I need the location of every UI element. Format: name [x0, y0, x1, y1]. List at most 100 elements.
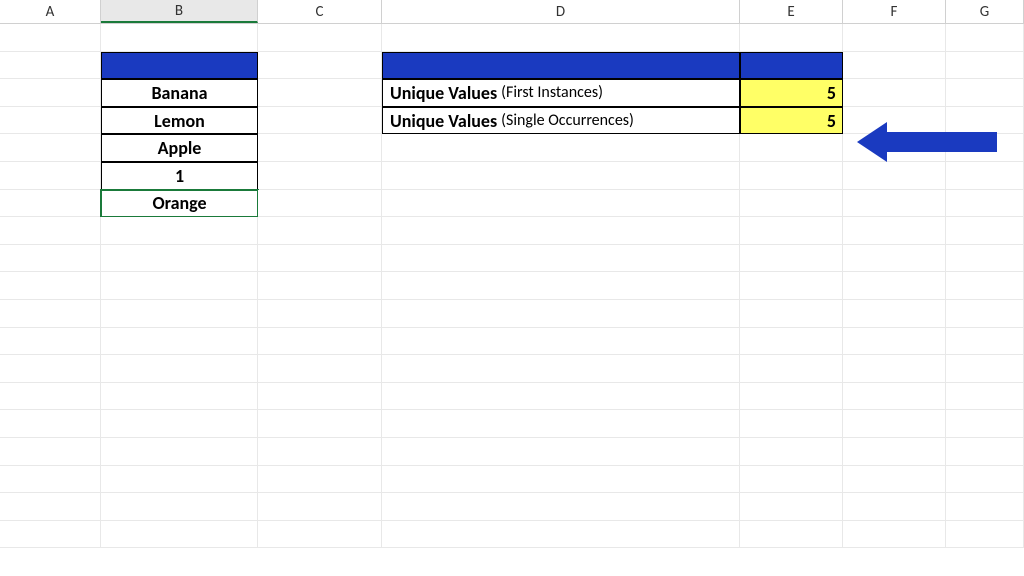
cell-C1[interactable]: [258, 24, 382, 52]
cell-B5[interactable]: Apple: [101, 134, 258, 162]
cell-D17[interactable]: [382, 466, 740, 494]
cell-F7[interactable]: [843, 190, 946, 218]
cell-A3[interactable]: [0, 79, 101, 107]
cell-F1[interactable]: [843, 24, 946, 52]
cell-F15[interactable]: [843, 410, 946, 438]
cell-C17[interactable]: [258, 466, 382, 494]
cell-E13[interactable]: [740, 355, 843, 383]
cell-C9[interactable]: [258, 245, 382, 273]
cell-E16[interactable]: [740, 438, 843, 466]
cell-C18[interactable]: [258, 493, 382, 521]
cell-G11[interactable]: [946, 300, 1024, 328]
cell-G9[interactable]: [946, 245, 1024, 273]
cell-E5[interactable]: [740, 134, 843, 162]
cell-E6[interactable]: [740, 162, 843, 190]
cell-B12[interactable]: [101, 328, 258, 356]
cell-C6[interactable]: [258, 162, 382, 190]
cell-F2[interactable]: [843, 52, 946, 80]
cell-B3[interactable]: Banana: [101, 79, 258, 107]
cell-G16[interactable]: [946, 438, 1024, 466]
cell-E12[interactable]: [740, 328, 843, 356]
cell-D1[interactable]: [382, 24, 740, 52]
cell-B17[interactable]: [101, 466, 258, 494]
cell-A8[interactable]: [0, 217, 101, 245]
cell-F19[interactable]: [843, 521, 946, 549]
cell-E15[interactable]: [740, 410, 843, 438]
col-header-B[interactable]: B: [101, 0, 258, 23]
cell-D7[interactable]: [382, 190, 740, 218]
cell-E4[interactable]: 5: [740, 107, 843, 135]
cell-E3[interactable]: 5: [740, 79, 843, 107]
cell-D15[interactable]: [382, 410, 740, 438]
cell-G18[interactable]: [946, 493, 1024, 521]
cell-D6[interactable]: [382, 162, 740, 190]
cell-G17[interactable]: [946, 466, 1024, 494]
col-header-D[interactable]: D: [382, 0, 740, 23]
cell-F8[interactable]: [843, 217, 946, 245]
cell-E14[interactable]: [740, 383, 843, 411]
cell-C16[interactable]: [258, 438, 382, 466]
cell-B6[interactable]: 1: [101, 162, 258, 190]
cell-F13[interactable]: [843, 355, 946, 383]
cell-D3[interactable]: Unique Values (First Instances): [382, 79, 740, 107]
cell-E7[interactable]: [740, 190, 843, 218]
cell-E11[interactable]: [740, 300, 843, 328]
cell-B13[interactable]: [101, 355, 258, 383]
cell-G1[interactable]: [946, 24, 1024, 52]
cell-E1[interactable]: [740, 24, 843, 52]
cell-A16[interactable]: [0, 438, 101, 466]
cell-G12[interactable]: [946, 328, 1024, 356]
cell-C13[interactable]: [258, 355, 382, 383]
cell-D8[interactable]: [382, 217, 740, 245]
cell-F9[interactable]: [843, 245, 946, 273]
cell-A14[interactable]: [0, 383, 101, 411]
cell-A6[interactable]: [0, 162, 101, 190]
cell-C7[interactable]: [258, 190, 382, 218]
cell-C15[interactable]: [258, 410, 382, 438]
cell-F14[interactable]: [843, 383, 946, 411]
cell-G19[interactable]: [946, 521, 1024, 549]
cell-F17[interactable]: [843, 466, 946, 494]
cell-B9[interactable]: [101, 245, 258, 273]
cell-A2[interactable]: [0, 52, 101, 80]
cell-G14[interactable]: [946, 383, 1024, 411]
cell-A5[interactable]: [0, 134, 101, 162]
cell-B18[interactable]: [101, 493, 258, 521]
cell-A17[interactable]: [0, 466, 101, 494]
cell-C12[interactable]: [258, 328, 382, 356]
cell-C14[interactable]: [258, 383, 382, 411]
cell-B8[interactable]: [101, 217, 258, 245]
cell-D12[interactable]: [382, 328, 740, 356]
cell-B2-header[interactable]: [101, 52, 258, 80]
col-header-A[interactable]: A: [0, 0, 101, 23]
cell-D10[interactable]: [382, 272, 740, 300]
cell-A9[interactable]: [0, 245, 101, 273]
cell-G10[interactable]: [946, 272, 1024, 300]
cell-B7[interactable]: Orange: [101, 190, 258, 218]
cell-D19[interactable]: [382, 521, 740, 549]
cell-D18[interactable]: [382, 493, 740, 521]
cell-G15[interactable]: [946, 410, 1024, 438]
cell-B16[interactable]: [101, 438, 258, 466]
cell-A19[interactable]: [0, 521, 101, 549]
cell-D16[interactable]: [382, 438, 740, 466]
cell-E10[interactable]: [740, 272, 843, 300]
cell-E19[interactable]: [740, 521, 843, 549]
cell-D11[interactable]: [382, 300, 740, 328]
cell-G7[interactable]: [946, 190, 1024, 218]
cell-F11[interactable]: [843, 300, 946, 328]
cell-G13[interactable]: [946, 355, 1024, 383]
cell-D13[interactable]: [382, 355, 740, 383]
cell-A4[interactable]: [0, 107, 101, 135]
cell-D5[interactable]: [382, 134, 740, 162]
cell-E17[interactable]: [740, 466, 843, 494]
cell-C8[interactable]: [258, 217, 382, 245]
cell-C3[interactable]: [258, 79, 382, 107]
cell-G3[interactable]: [946, 79, 1024, 107]
cell-F18[interactable]: [843, 493, 946, 521]
cell-G2[interactable]: [946, 52, 1024, 80]
cell-A10[interactable]: [0, 272, 101, 300]
cell-B1[interactable]: [101, 24, 258, 52]
cell-F16[interactable]: [843, 438, 946, 466]
cell-B4[interactable]: Lemon: [101, 107, 258, 135]
